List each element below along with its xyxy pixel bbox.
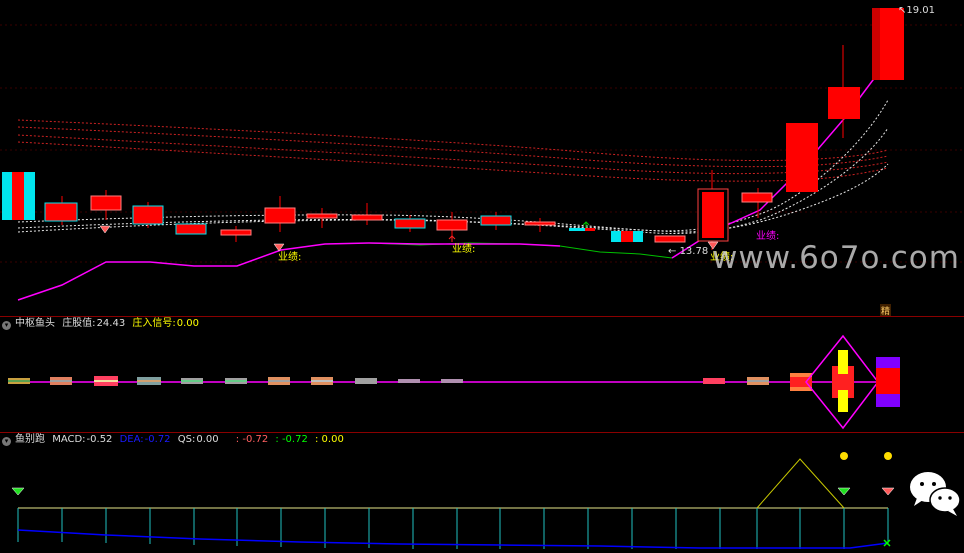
candle-up [524, 221, 556, 226]
candle-up [394, 218, 426, 229]
candle-up [786, 123, 818, 192]
wechat-icon[interactable] [908, 468, 962, 518]
price-chart-panel[interactable]: ↖19.01 ← 13.78 业绩: 业绩: 业绩: 业绩: 精 www.6o7… [0, 0, 964, 317]
moving-average-line [17, 119, 889, 162]
arrow-icon [448, 221, 590, 242]
high-price-label: ↖19.01 [898, 5, 936, 16]
candle-up [44, 202, 78, 222]
candle-up [654, 235, 686, 243]
indicator-panel-fish-head[interactable]: ▾ 中枢鱼头 庄股值:24.43 庄入信号:0.00 [0, 316, 964, 432]
dot-icon [884, 452, 892, 460]
candle-up [621, 231, 633, 242]
candle-up [351, 214, 383, 221]
candle-up [480, 215, 512, 226]
candle-up [12, 172, 24, 220]
candle-down [569, 228, 585, 231]
candle-up [436, 219, 468, 231]
trend-line [17, 242, 370, 301]
moving-average-line [17, 134, 889, 175]
candles [2, 8, 904, 250]
indicator-panel-macd[interactable]: ▾ 鱼别跑 MACD:-0.52 DEA:-0.72 QS:0.00 : -0.7… [0, 432, 964, 553]
candle-up [264, 207, 296, 224]
candle-up [90, 195, 122, 211]
macd-histogram [17, 508, 889, 549]
macd-chart [11, 452, 895, 549]
candle-up [175, 223, 207, 235]
dot-icon [840, 452, 848, 460]
trend-line [368, 242, 673, 259]
candle-up [132, 205, 164, 225]
candle-up [741, 192, 773, 203]
watermark: www.6o7o.com [712, 240, 960, 276]
fish-head-chart [8, 334, 900, 430]
low-price-label: ← 13.78 [668, 246, 709, 257]
candle-up [220, 229, 252, 236]
candle-up [702, 192, 724, 238]
indicator-bars [8, 334, 900, 430]
candle-up [828, 87, 860, 119]
qs-line [756, 458, 845, 509]
candle-up [306, 213, 338, 219]
diamond-icon [11, 487, 895, 496]
moving-average-line [17, 141, 889, 182]
performance-label: 业绩: [278, 252, 302, 263]
candle-up [585, 228, 595, 231]
performance-label: 业绩: [452, 244, 476, 255]
